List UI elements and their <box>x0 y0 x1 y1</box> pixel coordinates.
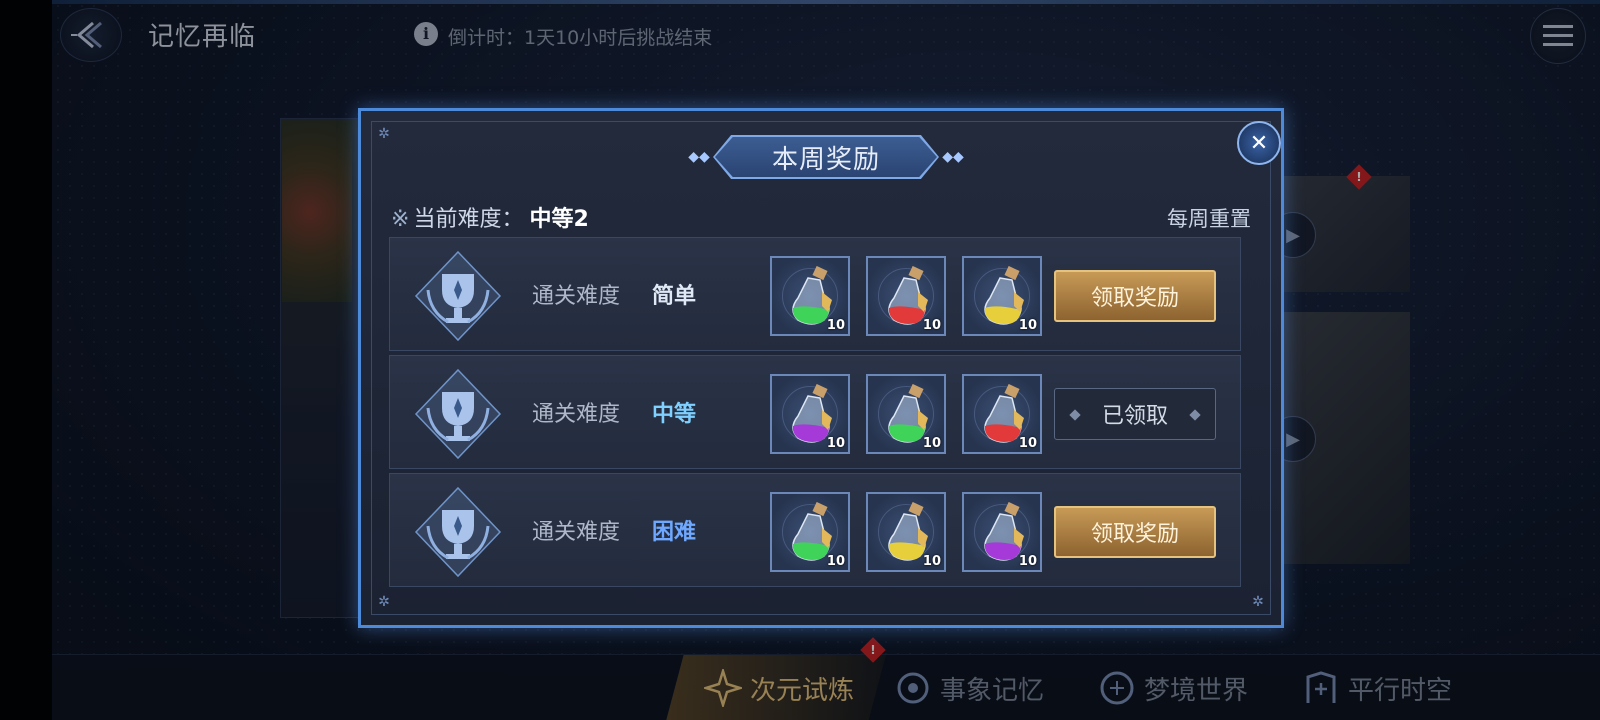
dialog-title-plate: 本周奖励 ◆◆ ◆◆ <box>681 135 971 179</box>
diamond-ornament-icon: ◆◆ <box>688 149 710 165</box>
item-quantity: 10 <box>1018 554 1037 569</box>
weekly-reward-dialog: ✲ ✲ ✲ 本周奖励 ◆◆ ◆◆ ✕ ※ 当前难度： 中等2 每周重置 通关难度… <box>358 108 1284 628</box>
trophy-icon <box>414 250 502 342</box>
close-button[interactable]: ✕ <box>1237 121 1281 165</box>
reward-row: 通关难度 中等 10 10 10 已领取 <box>389 355 1241 469</box>
trophy-icon <box>414 486 502 578</box>
reward-item[interactable]: 10 <box>866 256 946 336</box>
claim-reward-button[interactable]: 领取奖励 <box>1054 270 1216 322</box>
diamond-ornament-icon: ◆◆ <box>942 149 964 165</box>
reward-item[interactable]: 10 <box>866 492 946 572</box>
current-difficulty: ※ 当前难度： 中等2 <box>391 201 589 233</box>
reward-item[interactable]: 10 <box>770 492 850 572</box>
item-quantity: 10 <box>922 436 941 451</box>
reward-item[interactable]: 10 <box>770 256 850 336</box>
row-difficulty-level: 中等 <box>652 402 697 427</box>
item-quantity: 10 <box>922 554 941 569</box>
reward-items: 10 10 10 <box>770 492 1042 572</box>
corner-ornament-icon: ✲ <box>378 126 390 142</box>
item-quantity: 10 <box>922 318 941 333</box>
reward-item[interactable]: 10 <box>866 374 946 454</box>
corner-ornament-icon: ✲ <box>1252 594 1264 610</box>
item-quantity: 10 <box>826 436 845 451</box>
diamond-dot-icon <box>1069 409 1081 421</box>
reward-items: 10 10 10 <box>770 256 1042 336</box>
game-screen: 记忆再临 i 倒计时：1天10小时后挑战结束 ▶ ▶ ! 次元试炼 事象记忆 梦… <box>0 0 1600 720</box>
reward-row: 通关难度 简单 10 10 10 领取奖励 <box>389 237 1241 351</box>
item-quantity: 10 <box>1018 318 1037 333</box>
claimed-status-button: 已领取 <box>1054 388 1216 440</box>
item-quantity: 10 <box>826 554 845 569</box>
diamond-dot-icon <box>1189 409 1201 421</box>
reward-row: 通关难度 困难 10 10 10 领取奖励 <box>389 473 1241 587</box>
corner-ornament-icon: ✲ <box>378 594 390 610</box>
row-difficulty-label: 通关难度 <box>532 402 621 427</box>
reference-mark-icon: ※ <box>391 207 410 232</box>
claimed-label: 已领取 <box>1101 404 1168 429</box>
item-quantity: 10 <box>826 318 845 333</box>
row-difficulty-label: 通关难度 <box>532 284 621 309</box>
reward-item[interactable]: 10 <box>962 374 1042 454</box>
row-difficulty-level: 困难 <box>652 520 697 545</box>
reward-item[interactable]: 10 <box>962 256 1042 336</box>
trophy-icon <box>414 368 502 460</box>
weekly-reset-text: 每周重置 <box>1167 207 1251 231</box>
row-difficulty-label: 通关难度 <box>532 520 621 545</box>
reward-items: 10 10 10 <box>770 374 1042 454</box>
current-difficulty-value: 中等2 <box>529 207 589 232</box>
dialog-title: 本周奖励 <box>771 144 880 175</box>
claim-reward-button[interactable]: 领取奖励 <box>1054 506 1216 558</box>
current-difficulty-label: 当前难度： <box>413 207 524 232</box>
reward-item[interactable]: 10 <box>770 374 850 454</box>
item-quantity: 10 <box>1018 436 1037 451</box>
close-icon: ✕ <box>1249 130 1269 156</box>
reward-item[interactable]: 10 <box>962 492 1042 572</box>
row-difficulty-level: 简单 <box>652 284 697 309</box>
